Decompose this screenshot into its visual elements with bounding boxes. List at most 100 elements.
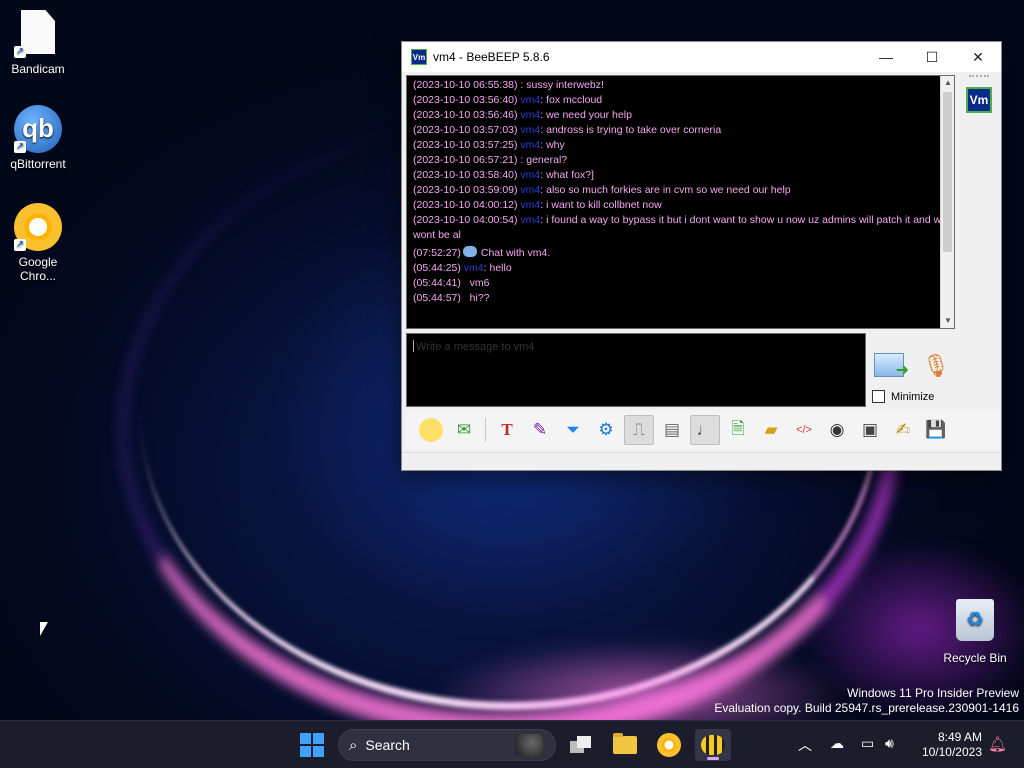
bee-icon [701, 735, 725, 755]
message-input[interactable]: Write a message to vm4 [406, 333, 866, 407]
bandicam-file-icon: ↗ [14, 10, 62, 58]
notes-icon[interactable]: ✍ [888, 415, 918, 445]
window-titlebar[interactable]: Vm vm4 - BeeBEEP 5.8.6 — ☐ ✕ [402, 42, 1001, 72]
chrome-taskbar-button[interactable] [651, 729, 687, 761]
send-message-icon[interactable] [874, 353, 909, 380]
chat-message: (2023-10-10 03:56:46) vm4: we need your … [413, 109, 632, 121]
chrome-icon: ↗ [14, 203, 62, 251]
network-icon[interactable]: ▭ [861, 735, 874, 752]
desktop-icon-recycle-bin[interactable]: Recycle Bin [937, 596, 1013, 665]
folder-icon [613, 733, 637, 754]
search-label: Search [365, 737, 410, 753]
window-controls: — ☐ ✕ [863, 42, 1001, 72]
color-picker-icon[interactable]: ✎ [525, 415, 555, 445]
user-side-panel: Vm [957, 75, 1001, 415]
show-hidden-icons-chevron-icon[interactable]: ︿ [798, 735, 812, 755]
user-avatar-vm4[interactable]: Vm [966, 87, 992, 113]
shortcut-arrow-icon: ↗ [14, 46, 26, 58]
minimize-window-button[interactable]: — [863, 42, 909, 72]
taskbar-search[interactable]: ⌕ Search [338, 729, 556, 761]
watermark-edition: Windows 11 Pro Insider Preview [847, 686, 1019, 700]
desktop-icon-label: Google Chro... [18, 255, 58, 283]
recycle-bin-icon [951, 599, 999, 647]
scroll-up-icon[interactable]: ▲ [941, 76, 955, 90]
chat-message: (2023-10-10 03:59:09) vm4: also so much … [413, 184, 791, 196]
desktop-icon-chrome[interactable]: ↗ Google Chro... [0, 203, 76, 283]
shortcut-arrow-icon: ↗ [14, 239, 26, 251]
search-highlight-image [515, 734, 543, 756]
message-input-placeholder: Write a message to vm4 [416, 341, 535, 353]
chat-message: (05:44:25) vm4: hello [413, 262, 512, 274]
chat-message: (2023-10-10 03:57:03) vm4: andross is tr… [413, 124, 722, 136]
stamp-icon[interactable]: ⎍ [624, 415, 654, 445]
taskbar-clock[interactable]: 8:49 AM 10/10/2023 [918, 730, 982, 760]
windows-watermark: Windows 11 Pro Insider Preview Evaluatio… [714, 686, 1019, 716]
chat-message: (2023-10-10 04:00:54) vm4: i found a way… [413, 214, 948, 241]
clock-date: 10/10/2023 [921, 745, 982, 759]
beebeep-chat-window[interactable]: Vm vm4 - BeeBEEP 5.8.6 — ☐ ✕ (2023-10-10… [401, 41, 1002, 471]
minimize-checkbox[interactable] [872, 390, 885, 403]
windows-logo-icon [300, 733, 311, 744]
chat-message: (05:44:41) vm6 [413, 277, 490, 289]
maximize-window-button[interactable]: ☐ [909, 42, 955, 72]
shortcut-arrow-icon: ↗ [14, 141, 26, 153]
font-icon[interactable]: T [492, 415, 522, 445]
notification-bell-icon[interactable]: 🔔︎ [988, 735, 1007, 753]
chat-message: (05:44:57) hi?? [413, 292, 490, 304]
send-folder-icon[interactable]: ▰ [756, 415, 786, 445]
start-button[interactable] [300, 733, 324, 757]
desktop-icon-label: Bandicam [11, 62, 65, 76]
beebeep-taskbar-button[interactable] [695, 729, 731, 761]
chat-scrollbar[interactable]: ▲ ▼ [940, 76, 954, 328]
spellcheck-icon[interactable]: ▤ [657, 415, 687, 445]
text-caret [413, 340, 414, 352]
terminal-icon[interactable]: ▣ [855, 415, 885, 445]
minimize-option[interactable]: Minimize [872, 390, 934, 403]
settings-gear-icon[interactable]: ⚙ [591, 415, 621, 445]
panel-grip[interactable] [969, 75, 989, 77]
desktop-icon-bandicam[interactable]: ↗ Bandicam [0, 8, 76, 76]
music-note-icon[interactable]: ♩ [690, 415, 720, 445]
scroll-down-icon[interactable]: ▼ [941, 314, 955, 328]
smiley-icon[interactable] [416, 415, 446, 445]
scrollbar-thumb[interactable] [943, 92, 952, 252]
status-bar [402, 452, 1001, 470]
chat-history[interactable]: (2023-10-10 06:55:38) : sussy interwebz!… [406, 75, 955, 329]
chat-message: (2023-10-10 03:57:25) vm4: why [413, 139, 565, 151]
microphone-icon[interactable]: 🎙 [922, 353, 950, 381]
chat-bubble-icon [462, 246, 477, 257]
desktop-icon-qbittorrent[interactable]: qb ↗ qBittorrent [0, 105, 76, 171]
chat-message: (2023-10-10 04:00:12) vm4: i want to kil… [413, 199, 662, 211]
clock-time: 8:49 AM [937, 730, 982, 744]
active-indicator [707, 757, 719, 760]
chat-system-message: (07:52:27) Chat with vm4. [413, 246, 551, 259]
search-icon: ⌕ [349, 736, 358, 754]
watermark-build: Evaluation copy. Build 25947.rs_prerelea… [714, 701, 1019, 715]
taskbar: ⌕ Search ︿ ☁ ▭ 🔊︎ 8:49 AM 10/10/2023 🔔︎ [0, 720, 1024, 768]
screenshot-icon[interactable]: ◉ [822, 415, 852, 445]
send-panel: 🎙 Minimize [870, 333, 956, 407]
save-icon[interactable]: 💾 [921, 415, 951, 445]
qbittorrent-icon: qb ↗ [14, 105, 62, 153]
toolbar-separator [485, 418, 486, 442]
desktop-icon-label: qBittorrent [10, 157, 66, 171]
html-code-icon[interactable]: </> [789, 415, 819, 445]
chat-toolbar: ✉ T ✎ ⏷ ⚙ ⎍ ▤ ♩ 🗎 ▰ </> ◉ ▣ ✍ 💾 [406, 411, 1000, 449]
app-logo-icon: Vm [411, 49, 427, 65]
send-file-icon[interactable]: 🗎 [723, 415, 753, 445]
window-title: vm4 - BeeBEEP 5.8.6 [433, 50, 550, 64]
chat-message: (2023-10-10 03:58:40) vm4: what fox?] [413, 169, 594, 181]
minimize-label: Minimize [891, 390, 935, 403]
close-window-button[interactable]: ✕ [955, 42, 1001, 72]
chat-message: (2023-10-10 06:57:21) : general? [413, 154, 568, 166]
file-explorer-button[interactable] [607, 729, 643, 761]
chat-message: (2023-10-10 06:55:38) : sussy interwebz! [413, 79, 604, 91]
chat-message: (2023-10-10 03:56:40) vm4: fox mccloud [413, 94, 603, 106]
green-envelope-icon[interactable]: ✉ [449, 415, 479, 445]
task-view-icon [570, 736, 592, 754]
onedrive-sync-icon[interactable]: ☁ [830, 735, 844, 752]
volume-icon[interactable]: 🔊︎ [885, 735, 894, 752]
task-view-button[interactable] [563, 729, 599, 761]
mouse-cursor-icon [40, 622, 48, 636]
filter-icon[interactable]: ⏷ [558, 415, 588, 445]
